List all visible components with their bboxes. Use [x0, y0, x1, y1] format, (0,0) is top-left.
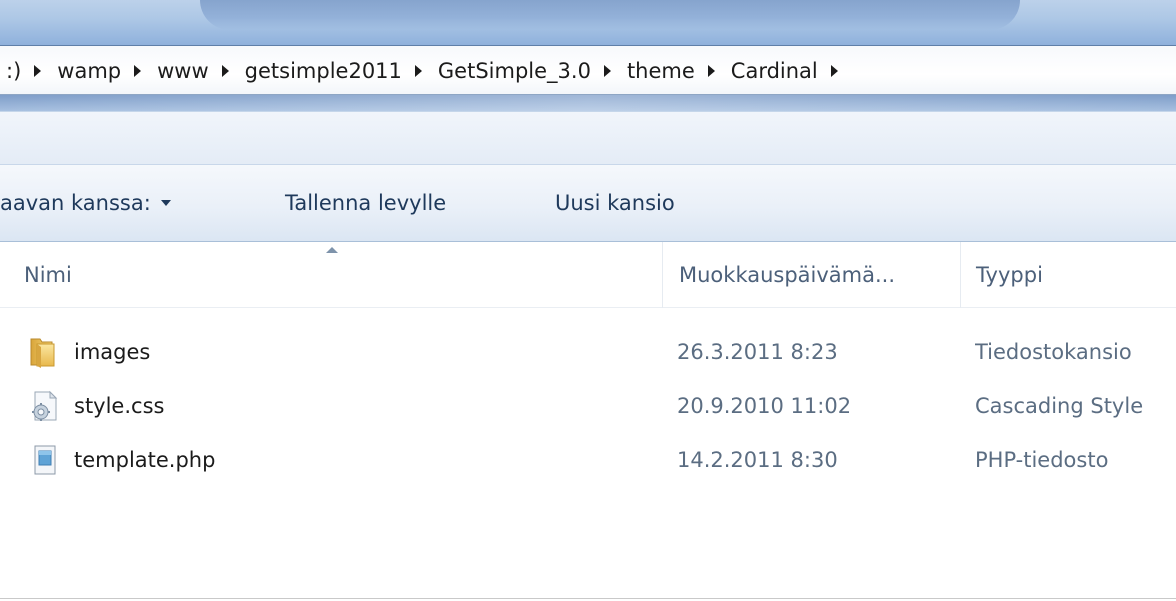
breadcrumb-item-www[interactable]: www — [157, 59, 209, 83]
column-header-name-label: Nimi — [24, 263, 72, 287]
column-header-type-label: Tyyppi — [976, 263, 1043, 287]
breadcrumb-item-theme[interactable]: theme — [627, 59, 695, 83]
file-name-cell: images — [28, 325, 150, 379]
share-with-label: aavan kanssa: — [0, 191, 151, 215]
column-header-row: Nimi Muokkauspäivämä... Tyyppi — [0, 242, 1176, 308]
chevron-right-icon[interactable] — [414, 65, 422, 77]
list-item[interactable]: style.css 20.9.2010 11:02 Cascading Styl… — [0, 379, 1176, 433]
chevron-right-icon[interactable] — [221, 65, 229, 77]
command-bar: aavan kanssa: Tallenna levylle Uusi kans… — [0, 165, 1176, 242]
php-file-icon — [34, 445, 56, 475]
file-name: template.php — [74, 448, 216, 472]
css-file-icon — [32, 390, 58, 421]
breadcrumb-item-getsimple2011[interactable]: getsimple2011 — [245, 59, 402, 83]
divider — [0, 598, 1176, 599]
chevron-right-icon[interactable] — [134, 65, 142, 77]
file-type: Tiedostokansio — [975, 340, 1132, 364]
chevron-right-icon[interactable] — [707, 65, 715, 77]
column-header-type[interactable]: Tyyppi — [960, 242, 1176, 308]
file-name: images — [74, 340, 151, 364]
toolbar-strip — [0, 111, 1176, 165]
file-list: images 26.3.2011 8:23 Tiedostokansio sty… — [0, 325, 1176, 487]
file-date: 20.9.2010 11:02 — [677, 394, 852, 418]
breadcrumb-item-cardinal[interactable]: Cardinal — [731, 59, 818, 83]
column-header-date-modified[interactable]: Muokkauspäivämä... — [662, 242, 960, 308]
folder-icon — [30, 338, 55, 368]
address-bar[interactable]: :) wamp www getsimple2011 GetSimple_3.0 … — [0, 45, 1176, 95]
file-type: PHP-tiedosto — [975, 448, 1109, 472]
dropdown-arrow-icon — [160, 200, 171, 206]
new-folder-button[interactable]: Uusi kansio — [555, 191, 675, 215]
chevron-right-icon[interactable] — [34, 65, 42, 77]
chevron-right-icon[interactable] — [603, 65, 611, 77]
breadcrumb-item-wamp[interactable]: wamp — [57, 59, 121, 83]
window-chrome-top — [0, 0, 1176, 45]
breadcrumb-item-getsimple-3-0[interactable]: GetSimple_3.0 — [438, 59, 591, 83]
file-name-cell: template.php — [28, 433, 215, 487]
breadcrumb-item-drive[interactable]: :) — [6, 59, 21, 83]
list-item[interactable]: template.php 14.2.2011 8:30 PHP-tiedosto — [0, 433, 1176, 487]
file-date: 14.2.2011 8:30 — [677, 448, 838, 472]
sort-ascending-icon — [326, 247, 338, 253]
file-date: 26.3.2011 8:23 — [677, 340, 838, 364]
file-name: style.css — [74, 394, 165, 418]
column-header-date-label: Muokkauspäivämä... — [679, 263, 896, 287]
file-name-cell: style.css — [28, 379, 164, 433]
window-chrome-divider — [0, 95, 1176, 111]
list-item[interactable]: images 26.3.2011 8:23 Tiedostokansio — [0, 325, 1176, 379]
share-with-button[interactable]: aavan kanssa: — [0, 191, 171, 215]
chevron-right-icon[interactable] — [830, 65, 838, 77]
file-type: Cascading Style — [975, 394, 1144, 418]
breadcrumb: :) wamp www getsimple2011 GetSimple_3.0 … — [6, 46, 854, 96]
burn-button[interactable]: Tallenna levylle — [285, 191, 446, 215]
